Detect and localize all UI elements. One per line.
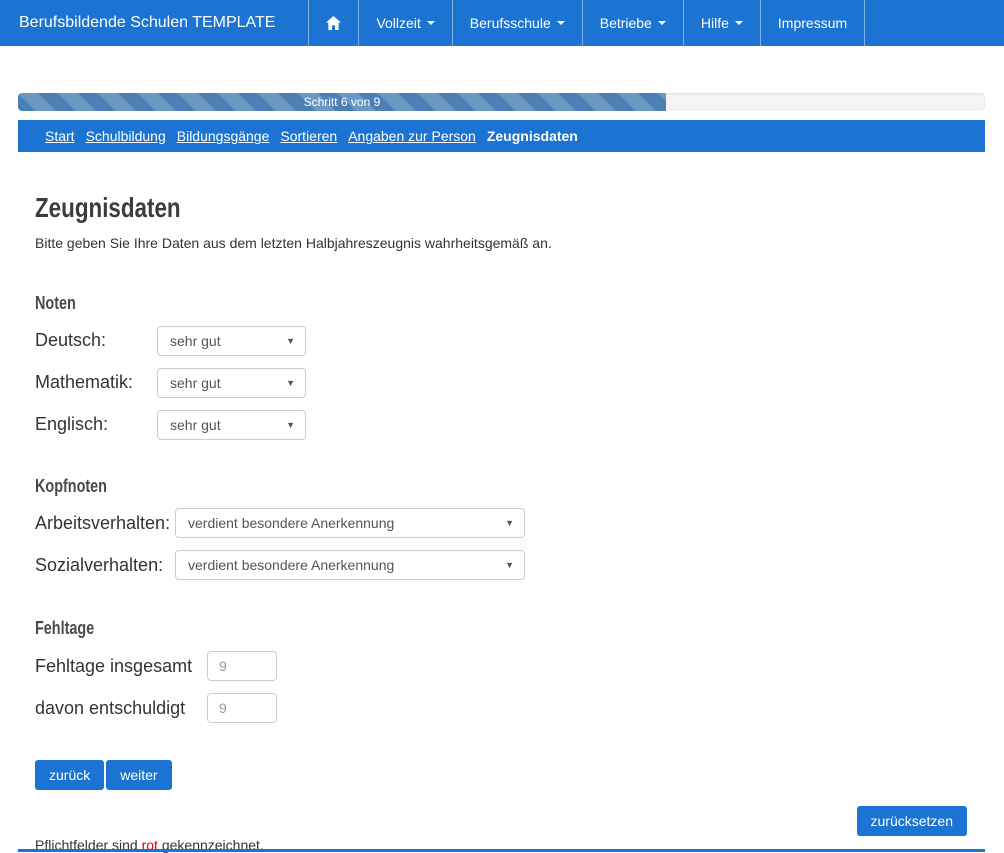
back-button[interactable]: zurück bbox=[35, 760, 104, 790]
nav-home[interactable] bbox=[308, 0, 358, 46]
nav-vollzeit-label: Vollzeit bbox=[376, 15, 420, 31]
input-fehltage-insgesamt[interactable] bbox=[207, 651, 277, 681]
select-mathematik-value: sehr gut bbox=[170, 375, 221, 391]
navbar-menu: Vollzeit Berufsschule Betriebe Hilfe Imp… bbox=[308, 0, 865, 46]
dropdown-arrow-icon: ▼ bbox=[286, 420, 295, 430]
select-sozialverhalten-value: verdient besondere Anerkennung bbox=[188, 557, 394, 573]
nav-betriebe-label: Betriebe bbox=[600, 15, 652, 31]
top-navbar: Berufsbildende Schulen TEMPLATE Vollzeit… bbox=[0, 0, 1004, 46]
section-heading-noten: Noten bbox=[35, 294, 1004, 314]
form-row-englisch: Englisch: sehr gut ▼ bbox=[35, 410, 1004, 440]
reset-button[interactable]: zurücksetzen bbox=[857, 806, 967, 836]
breadcrumb-start[interactable]: Start bbox=[45, 128, 75, 144]
nav-impressum-label: Impressum bbox=[778, 15, 847, 31]
label-deutsch: Deutsch: bbox=[35, 330, 157, 351]
page-title: Zeugnisdaten bbox=[35, 193, 1004, 224]
chevron-down-icon bbox=[735, 21, 743, 25]
select-sozialverhalten[interactable]: verdient besondere Anerkennung ▼ bbox=[175, 550, 525, 580]
label-mathematik: Mathematik: bbox=[35, 372, 157, 393]
nav-betriebe[interactable]: Betriebe bbox=[582, 0, 683, 46]
select-arbeitsverhalten-value: verdient besondere Anerkennung bbox=[188, 515, 394, 531]
nav-vollzeit[interactable]: Vollzeit bbox=[358, 0, 451, 46]
label-englisch: Englisch: bbox=[35, 414, 157, 435]
breadcrumb-angaben-zur-person[interactable]: Angaben zur Person bbox=[348, 128, 476, 144]
nav-berufsschule[interactable]: Berufsschule bbox=[452, 0, 582, 46]
select-deutsch[interactable]: sehr gut ▼ bbox=[157, 326, 306, 356]
label-arbeitsverhalten: Arbeitsverhalten: bbox=[35, 513, 175, 534]
select-englisch-value: sehr gut bbox=[170, 417, 221, 433]
main-content: Zeugnisdaten Bitte geben Sie Ihre Daten … bbox=[0, 193, 1004, 790]
nav-impressum[interactable]: Impressum bbox=[760, 0, 865, 46]
select-arbeitsverhalten[interactable]: verdient besondere Anerkennung ▼ bbox=[175, 508, 525, 538]
breadcrumb-schulbildung[interactable]: Schulbildung bbox=[86, 128, 166, 144]
breadcrumb-current-zeugnisdaten: Zeugnisdaten bbox=[487, 128, 578, 144]
breadcrumb-bildungsgaenge[interactable]: Bildungsgänge bbox=[177, 128, 270, 144]
select-mathematik[interactable]: sehr gut ▼ bbox=[157, 368, 306, 398]
dropdown-arrow-icon: ▼ bbox=[286, 378, 295, 388]
label-fehltage-insgesamt: Fehltage insgesamt bbox=[35, 656, 207, 677]
label-davon-entschuldigt: davon entschuldigt bbox=[35, 698, 207, 719]
reset-row: zurücksetzen bbox=[0, 806, 1004, 836]
section-heading-kopfnoten: Kopfnoten bbox=[35, 477, 1004, 497]
next-button[interactable]: weiter bbox=[106, 760, 171, 790]
form-row-sozialverhalten: Sozialverhalten: verdient besondere Aner… bbox=[35, 550, 1004, 580]
select-deutsch-value: sehr gut bbox=[170, 333, 221, 349]
nav-hilfe[interactable]: Hilfe bbox=[683, 0, 760, 46]
nav-berufsschule-label: Berufsschule bbox=[470, 15, 551, 31]
form-row-fehltage-insgesamt: Fehltage insgesamt bbox=[35, 651, 1004, 681]
breadcrumb: Start Schulbildung Bildungsgänge Sortier… bbox=[18, 120, 985, 152]
home-icon bbox=[326, 16, 341, 30]
chevron-down-icon bbox=[557, 21, 565, 25]
label-sozialverhalten: Sozialverhalten: bbox=[35, 555, 175, 576]
form-row-deutsch: Deutsch: sehr gut ▼ bbox=[35, 326, 1004, 356]
brand-title[interactable]: Berufsbildende Schulen TEMPLATE bbox=[0, 0, 294, 46]
dropdown-arrow-icon: ▼ bbox=[505, 518, 514, 528]
section-heading-fehltage: Fehltage bbox=[35, 619, 1004, 639]
dropdown-arrow-icon: ▼ bbox=[286, 336, 295, 346]
dropdown-arrow-icon: ▼ bbox=[505, 560, 514, 570]
chevron-down-icon bbox=[658, 21, 666, 25]
form-row-arbeitsverhalten: Arbeitsverhalten: verdient besondere Ane… bbox=[35, 508, 1004, 538]
progress-fill: Schritt 6 von 9 bbox=[18, 93, 666, 111]
nav-hilfe-label: Hilfe bbox=[701, 15, 729, 31]
progress-bar-track: Schritt 6 von 9 bbox=[18, 93, 985, 111]
form-row-mathematik: Mathematik: sehr gut ▼ bbox=[35, 368, 1004, 398]
chevron-down-icon bbox=[427, 21, 435, 25]
input-davon-entschuldigt[interactable] bbox=[207, 693, 277, 723]
select-englisch[interactable]: sehr gut ▼ bbox=[157, 410, 306, 440]
intro-text: Bitte geben Sie Ihre Daten aus dem letzt… bbox=[35, 235, 1004, 251]
form-actions: zurück weiter bbox=[35, 760, 1004, 790]
progress-label: Schritt 6 von 9 bbox=[304, 95, 381, 109]
breadcrumb-sortieren[interactable]: Sortieren bbox=[280, 128, 337, 144]
form-row-davon-entschuldigt: davon entschuldigt bbox=[35, 693, 1004, 723]
